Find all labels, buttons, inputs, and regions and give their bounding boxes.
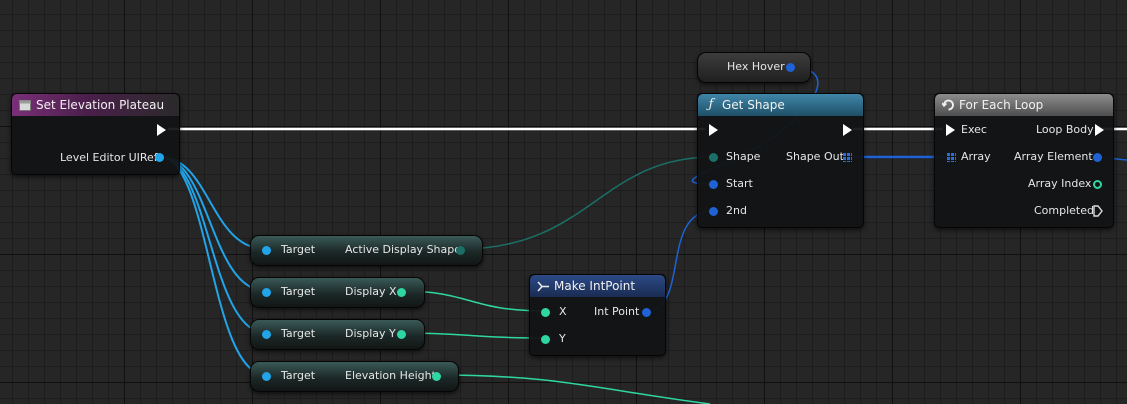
struct-in-pin-start[interactable] <box>709 180 718 189</box>
pin-label: Target <box>281 327 316 340</box>
node-title: Make IntPoint <box>554 279 636 293</box>
function-icon: ƒ <box>708 97 714 112</box>
pin-label: Display X <box>345 285 397 298</box>
target-in-pin[interactable] <box>262 288 271 297</box>
pin-label: Completed <box>1034 204 1094 217</box>
int-in-pin-y[interactable] <box>541 335 550 344</box>
struct-out-pin[interactable] <box>786 63 795 72</box>
pin-label: Active Display Shape <box>345 243 462 256</box>
node-get-display-x[interactable]: Target Display X <box>250 277 425 308</box>
int-out-pin[interactable] <box>397 330 406 339</box>
pin-label: 2nd <box>726 204 747 217</box>
struct-out-pin[interactable] <box>642 308 651 317</box>
pin-label: Target <box>281 243 316 256</box>
array-out-pin[interactable] <box>843 153 852 162</box>
int-out-pin-index[interactable] <box>1093 180 1102 189</box>
pin-label: Loop Body <box>1036 123 1094 136</box>
struct-out-pin-element[interactable] <box>1093 153 1102 162</box>
int-wire-elevation <box>436 374 711 404</box>
pin-label: Array <box>961 150 991 163</box>
node-header[interactable]: Make IntPoint <box>530 275 665 297</box>
target-in-pin[interactable] <box>262 330 271 339</box>
pin-label: Exec <box>961 123 987 136</box>
pin-label: Level Editor UIRef <box>60 151 158 164</box>
node-header[interactable]: Set Elevation Plateau <box>12 94 179 116</box>
make-struct-icon <box>536 279 550 293</box>
int-out-pin[interactable] <box>397 288 406 297</box>
int-in-pin-x[interactable] <box>541 308 550 317</box>
loop-icon <box>941 98 955 112</box>
node-title: Get Shape <box>722 98 785 112</box>
pin-label: X <box>559 305 567 318</box>
shape-wire <box>459 156 714 250</box>
pin-label: Hex Hover <box>727 60 785 73</box>
pin-label: Array Element <box>1014 150 1093 163</box>
shape-in-pin[interactable] <box>709 153 718 162</box>
pin-label: Elevation Height <box>345 369 436 382</box>
exec-in-pin[interactable] <box>709 124 718 136</box>
int-out-pin[interactable] <box>432 372 441 381</box>
exec-out-pin-completed[interactable] <box>1093 205 1103 217</box>
node-title: For Each Loop <box>959 98 1044 112</box>
target-in-pin[interactable] <box>262 372 271 381</box>
event-icon <box>18 98 32 112</box>
pin-label: Target <box>281 285 316 298</box>
node-get-shape[interactable]: ƒ Get Shape Shape Shape Out Start 2nd <box>697 93 864 228</box>
exec-out-pin[interactable] <box>157 124 166 136</box>
pin-label: Start <box>726 177 753 190</box>
pin-label: Target <box>281 369 316 382</box>
exec-out-pin[interactable] <box>843 124 852 136</box>
shape-out-pin[interactable] <box>456 246 465 255</box>
object-out-pin[interactable] <box>155 153 164 162</box>
struct-in-pin-2nd[interactable] <box>709 207 718 216</box>
exec-in-pin[interactable] <box>946 124 955 136</box>
exec-out-pin-loop-body[interactable] <box>1095 124 1104 136</box>
node-get-active-display-shape[interactable]: Target Active Display Shape <box>250 235 483 266</box>
array-in-pin[interactable] <box>947 153 956 162</box>
ref-wire-display-x <box>159 156 267 292</box>
node-title: Set Elevation Plateau <box>36 98 165 112</box>
pin-label: Y <box>559 332 566 345</box>
target-in-pin[interactable] <box>262 246 271 255</box>
node-set-elevation-plateau[interactable]: Set Elevation Plateau Level Editor UIRef <box>11 93 180 175</box>
node-for-each-loop[interactable]: For Each Loop Exec Loop Body Array Array… <box>934 93 1114 228</box>
node-get-display-y[interactable]: Target Display Y <box>250 319 425 350</box>
pin-label: Int Point <box>594 305 640 318</box>
node-make-intpoint[interactable]: Make IntPoint X Int Point Y <box>529 274 666 356</box>
pin-label: Shape <box>726 150 761 163</box>
pin-label: Display Y <box>345 327 396 340</box>
node-get-elevation-height[interactable]: Target Elevation Height <box>250 361 459 392</box>
node-header[interactable]: ƒ Get Shape <box>698 94 863 116</box>
pin-label: Shape Out <box>786 150 844 163</box>
node-get-hex-hover[interactable]: Hex Hover <box>697 52 811 83</box>
pin-label: Array Index <box>1028 177 1092 190</box>
node-header[interactable]: For Each Loop <box>935 94 1113 116</box>
